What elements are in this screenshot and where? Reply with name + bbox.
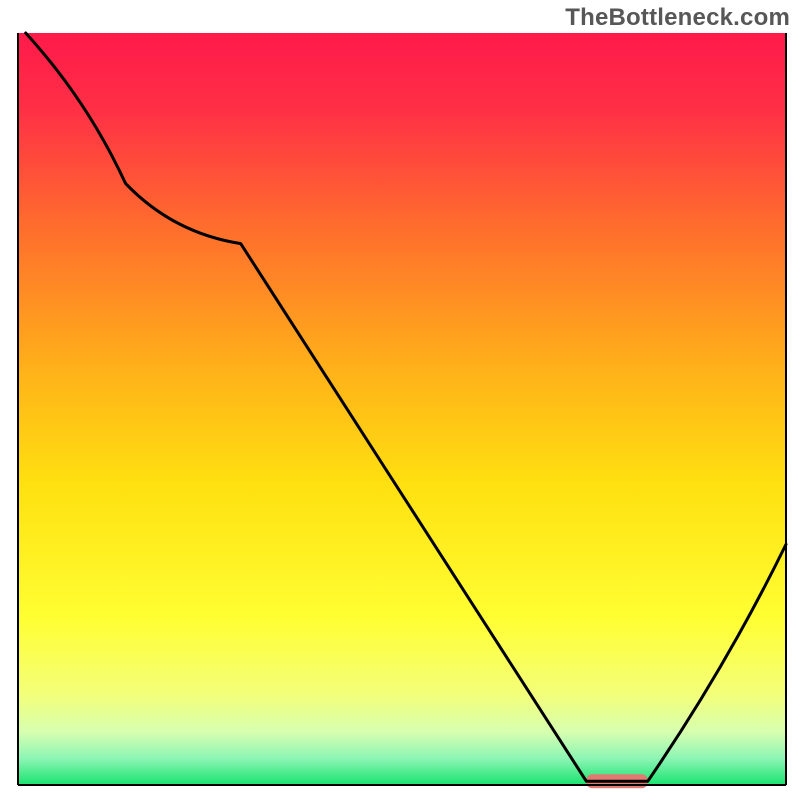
chart-frame: TheBottleneck.com: [0, 0, 800, 800]
bottleneck-chart: [0, 0, 800, 800]
watermark-text: TheBottleneck.com: [565, 4, 790, 32]
gradient-background: [18, 33, 786, 785]
